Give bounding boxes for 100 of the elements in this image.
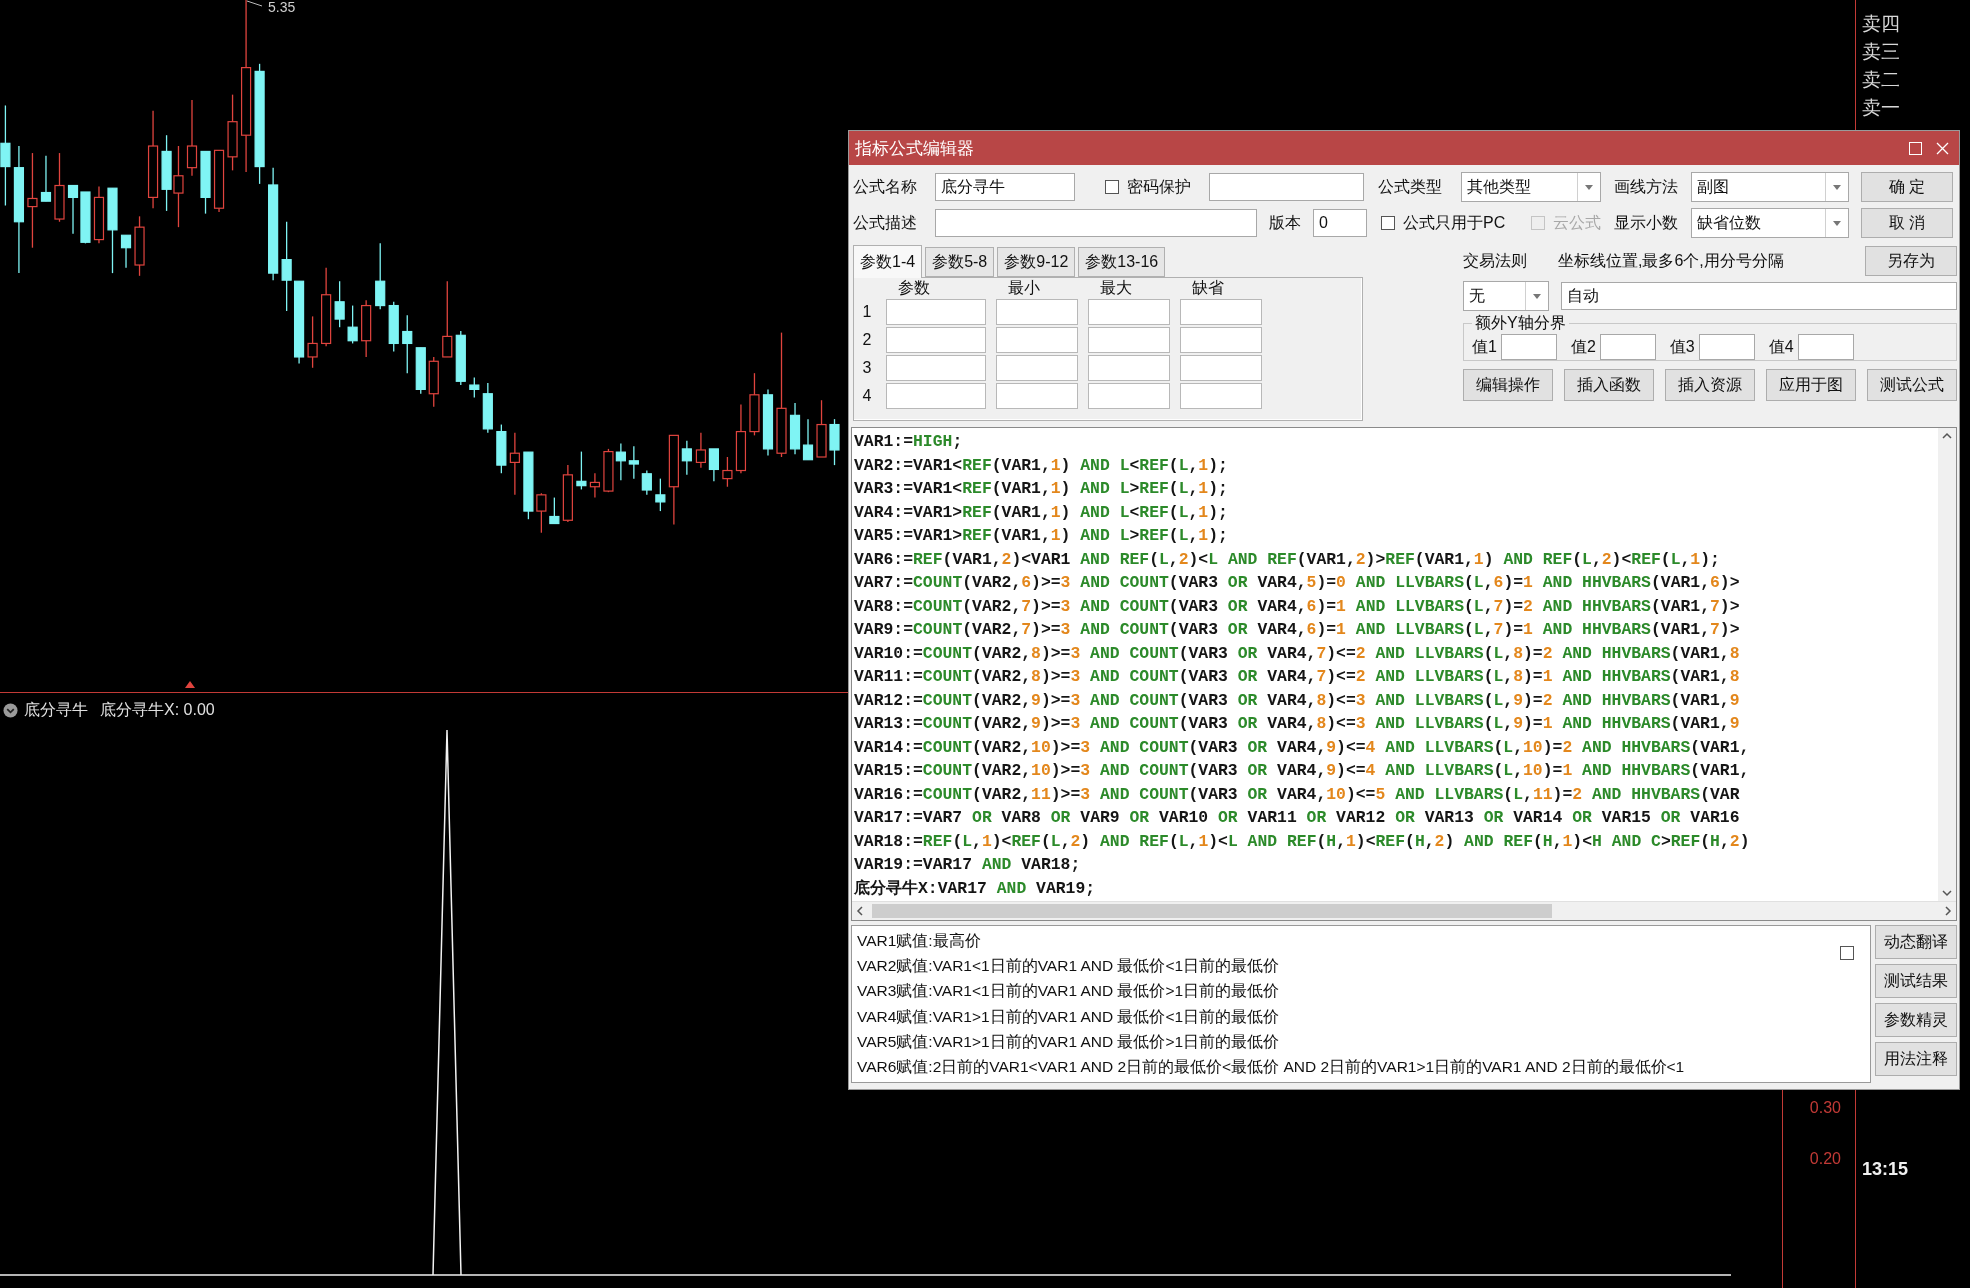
parameter-input[interactable] bbox=[996, 327, 1078, 353]
parameter-input[interactable] bbox=[1180, 355, 1262, 381]
window-title: 指标公式编辑器 bbox=[855, 137, 974, 160]
explanation-line: VAR6赋值:2日前的VAR1<VAR1 AND 2日前的最低价<最低价 AND 2日前的VAR1>1日前的VAR1 AND 2日前的最低价<1 bbox=[857, 1057, 1686, 1077]
code-line: VAR18:=REF(L,1)<REF(L,2) AND REF(L,1)<L AND REF(H,1)<REF(H,2) AND REF(H,1)<H AND C>REF(H,2) bbox=[854, 830, 1751, 853]
panel-button[interactable]: 参数精灵 bbox=[1875, 1003, 1957, 1037]
code-line: VAR7:=COUNT(VAR2,6)>=3 AND COUNT(VAR3 OR VAR4,5)=0 AND LLVBARS(L,6)=1 AND HHVBARS(VAR1,6)> bbox=[854, 572, 1741, 594]
action-button[interactable]: 插入函数 bbox=[1564, 369, 1654, 401]
code-line: VAR19:=VAR17 AND VAR18; bbox=[854, 854, 1082, 876]
parameter-input[interactable] bbox=[886, 327, 986, 353]
description-field[interactable] bbox=[935, 209, 1257, 237]
code-editor[interactable] bbox=[851, 427, 1957, 921]
combo-box[interactable]: 副图 bbox=[1691, 172, 1849, 202]
field-label: 值1 bbox=[1472, 336, 1497, 357]
column-header: 缺省 bbox=[1191, 279, 1225, 297]
checkbox-label: 公式只用于PC bbox=[1403, 212, 1507, 233]
checkbox-label: 密码保护 bbox=[1127, 176, 1192, 197]
order-book-label: 卖三 bbox=[1862, 40, 1901, 64]
parameter-input[interactable] bbox=[996, 299, 1078, 325]
parameter-input[interactable] bbox=[1088, 355, 1170, 381]
code-line: 底分寻牛X:VAR17 AND VAR19; bbox=[854, 877, 1097, 900]
cancel-button[interactable]: 取 消 bbox=[1861, 208, 1953, 238]
column-header: 最小 bbox=[1007, 279, 1041, 297]
row-number: 1 bbox=[861, 303, 873, 321]
code-line: VAR5:=VAR1>REF(VAR1,1) AND L>REF(L,1); bbox=[854, 525, 1229, 547]
chevron-left-icon[interactable] bbox=[856, 906, 864, 916]
field-label: 显示小数 bbox=[1614, 212, 1679, 233]
combo-box[interactable]: 无 bbox=[1463, 281, 1549, 311]
code-line: VAR11:=COUNT(VAR2,8)>=3 AND COUNT(VAR3 OR VAR4,7)<=2 AND LLVBARS(L,8)=1 AND HHVBARS(VAR1,8 bbox=[854, 666, 1741, 688]
code-line: VAR10:=COUNT(VAR2,8)>=3 AND COUNT(VAR3 OR VAR4,7)<=2 AND LLVBARS(L,8)=2 AND HHVBARS(VAR1,8 bbox=[854, 642, 1741, 665]
code-line: VAR6:=REF(VAR1,2)<VAR1 AND REF(L,2)<L AND REF(VAR1,2)>REF(VAR1,1) AND REF(L,2)<REF(L,1); bbox=[854, 548, 1721, 571]
value-field[interactable] bbox=[1599, 334, 1656, 360]
panel-button[interactable]: 用法注释 bbox=[1875, 1042, 1957, 1076]
field-label: 值2 bbox=[1570, 336, 1596, 357]
field-label: 值3 bbox=[1669, 336, 1695, 357]
code-line: VAR15:=COUNT(VAR2,10)>=3 AND COUNT(VAR3 OR VAR4,9)<=4 AND LLVBARS(L,10)=1 AND HHVBARS(VAR1, bbox=[854, 760, 1751, 782]
group-title: 额外Y轴分界 bbox=[1474, 313, 1567, 333]
indicator-name: 底分寻牛 bbox=[24, 699, 88, 720]
parameter-input[interactable] bbox=[1180, 299, 1262, 325]
tab[interactable]: 参数5-8 bbox=[925, 247, 995, 277]
vertical-scrollbar[interactable] bbox=[1938, 428, 1956, 901]
field-label: 交易法则 bbox=[1463, 250, 1528, 271]
parameter-input[interactable] bbox=[1088, 383, 1170, 409]
chevron-up-icon[interactable] bbox=[1942, 432, 1952, 440]
combo-box[interactable]: 其他类型 bbox=[1461, 172, 1601, 202]
parameter-input[interactable] bbox=[1180, 383, 1262, 409]
code-line: VAR3:=VAR1<REF(VAR1,1) AND L>REF(L,1); bbox=[854, 478, 1229, 500]
code-line: VAR16:=COUNT(VAR2,11)>=3 AND COUNT(VAR3 OR VAR4,10)<=5 AND LLVBARS(L,11)=2 AND HHVBARS(VAR bbox=[854, 783, 1741, 806]
maximize-icon[interactable] bbox=[1909, 141, 1922, 155]
field-label: 公式名称 bbox=[853, 176, 918, 197]
tab[interactable]: 参数1-4 bbox=[853, 245, 923, 278]
checkbox[interactable] bbox=[1381, 216, 1395, 230]
action-button[interactable]: 测试公式 bbox=[1867, 369, 1957, 401]
password-field[interactable] bbox=[1209, 173, 1364, 201]
value-field[interactable] bbox=[1797, 334, 1854, 360]
chevron-down-icon[interactable] bbox=[1942, 889, 1952, 897]
explanation-line: VAR2赋值:VAR1<1日前的VAR1 AND 最低价<1日前的最低价 bbox=[857, 956, 1281, 977]
axis-label: 0.20 bbox=[1809, 1150, 1841, 1168]
chevron-right-icon[interactable] bbox=[1944, 906, 1952, 916]
name-field[interactable]: 底分寻牛 bbox=[935, 173, 1075, 201]
panel-button[interactable]: 测试结果 bbox=[1875, 964, 1957, 998]
panel-button[interactable]: 动态翻译 bbox=[1875, 925, 1957, 959]
action-button[interactable]: 编辑操作 bbox=[1463, 369, 1553, 401]
code-line: VAR17:=VAR7 OR VAR8 OR VAR9 OR VAR10 OR VAR11 OR VAR12 OR VAR13 OR VAR14 OR VAR15 OR VAR16 bbox=[854, 807, 1741, 829]
code-line: VAR12:=COUNT(VAR2,9)>=3 AND COUNT(VAR3 OR VAR4,8)<=3 AND LLVBARS(L,9)=2 AND HHVBARS(VAR1,9 bbox=[854, 689, 1741, 712]
parameter-input[interactable] bbox=[1088, 327, 1170, 353]
version-field[interactable]: 0 bbox=[1313, 209, 1367, 237]
horizontal-scrollbar[interactable] bbox=[852, 901, 1956, 920]
order-book-label: 卖四 bbox=[1862, 12, 1901, 36]
confirm-button[interactable]: 确 定 bbox=[1861, 172, 1953, 202]
parameter-input[interactable] bbox=[996, 355, 1078, 381]
price-label: 5.35 bbox=[268, 0, 296, 14]
parameter-input[interactable] bbox=[886, 355, 986, 381]
parameter-input[interactable] bbox=[886, 299, 986, 325]
code-line: VAR13:=COUNT(VAR2,9)>=3 AND COUNT(VAR3 OR VAR4,8)<=3 AND LLVBARS(L,9)=1 AND HHVBARS(VAR1,9 bbox=[854, 713, 1741, 735]
value-field[interactable] bbox=[1500, 334, 1557, 360]
action-button[interactable]: 插入资源 bbox=[1665, 369, 1755, 401]
explanation-line: VAR3赋值:VAR1<1日前的VAR1 AND 最低价>1日前的最低价 bbox=[857, 981, 1281, 1002]
close-icon[interactable] bbox=[1936, 141, 1949, 155]
field-label: 公式类型 bbox=[1378, 176, 1443, 197]
code-line: VAR1:=HIGH; bbox=[854, 431, 964, 453]
parameter-input[interactable] bbox=[1180, 327, 1262, 353]
parameter-input[interactable] bbox=[886, 383, 986, 409]
scrollbar-thumb[interactable] bbox=[872, 904, 1552, 918]
axis-field[interactable]: 自动 bbox=[1561, 282, 1957, 310]
action-button[interactable]: 应用于图 bbox=[1766, 369, 1856, 401]
chevron-down-circle-icon[interactable] bbox=[3, 702, 18, 718]
up-arrow-icon bbox=[185, 681, 195, 688]
checkbox[interactable] bbox=[1840, 946, 1854, 960]
field-label: 坐标线位置,最多6个,用分号分隔 bbox=[1558, 250, 1784, 271]
indicator-value: 底分寻牛X: 0.00 bbox=[100, 699, 215, 720]
tab[interactable]: 参数9-12 bbox=[997, 247, 1076, 277]
value-field[interactable] bbox=[1698, 334, 1755, 360]
tab[interactable]: 参数13-16 bbox=[1078, 247, 1166, 277]
code-line: VAR2:=VAR1<REF(VAR1,1) AND L<REF(L,1); bbox=[854, 454, 1229, 477]
combo-box[interactable]: 缺省位数 bbox=[1691, 208, 1849, 238]
parameter-input[interactable] bbox=[996, 383, 1078, 409]
checkbox[interactable] bbox=[1105, 180, 1119, 194]
save-as-button[interactable]: 另存为 bbox=[1865, 246, 1957, 276]
parameter-input[interactable] bbox=[1088, 299, 1170, 325]
